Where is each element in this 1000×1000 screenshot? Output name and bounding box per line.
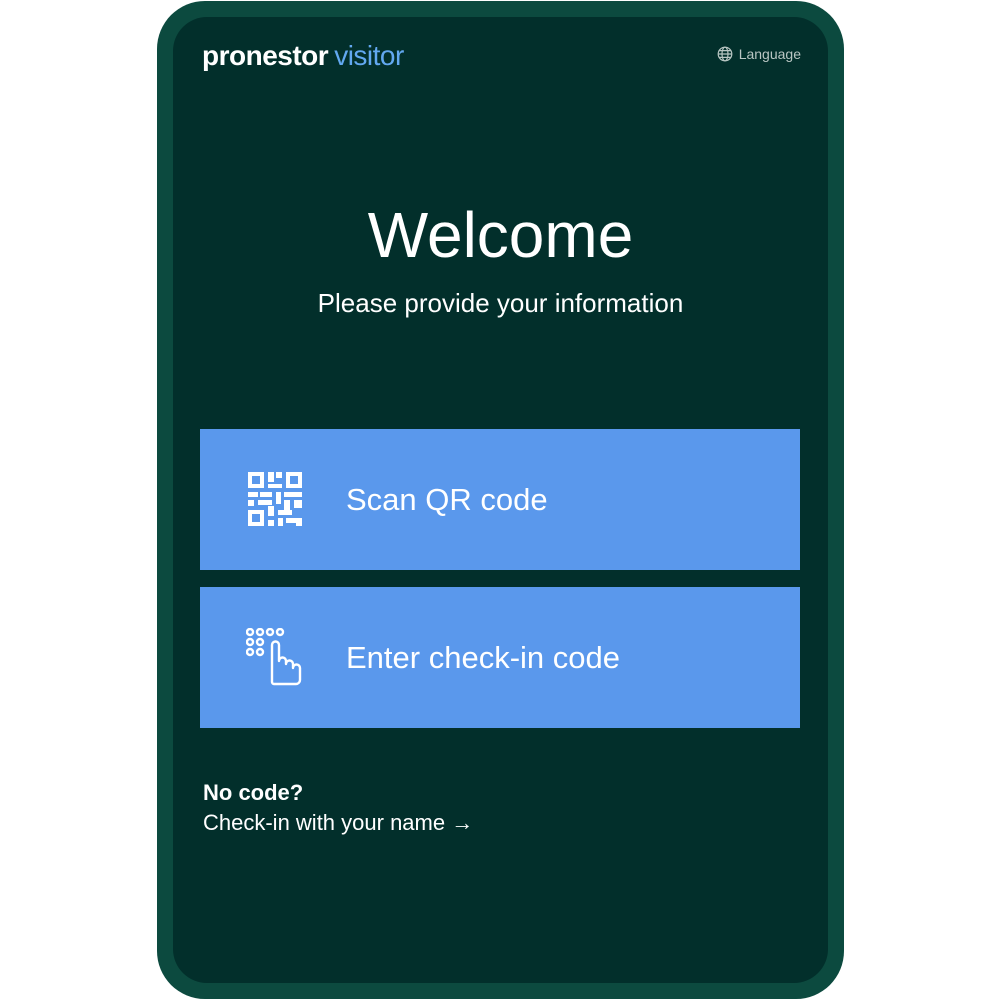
tablet-frame: pronestor visitor Language Welcome Please… (157, 1, 844, 999)
language-button[interactable]: Language (717, 46, 801, 62)
logo-product: visitor (334, 40, 404, 71)
logo-brand: pronestor (202, 40, 329, 71)
enter-checkin-code-button[interactable]: Enter check-in code (200, 587, 800, 728)
page-subtitle: Please provide your information (317, 288, 684, 318)
checkin-with-name-link[interactable]: Check-in with your name → (203, 809, 473, 837)
enter-checkin-code-label: Enter check-in code (346, 639, 620, 675)
kiosk-screen: pronestor visitor Language Welcome Please… (173, 17, 828, 983)
language-label: Language (738, 46, 801, 62)
app-logo: pronestor visitor (202, 39, 404, 73)
scan-qr-label: Scan QR code (346, 481, 548, 517)
header: pronestor visitor Language (173, 17, 828, 107)
no-code-heading: No code? (203, 780, 304, 805)
keypad-tap-icon (245, 627, 306, 688)
page-title: Welcome (367, 199, 634, 271)
qr-code-icon (246, 470, 306, 530)
scan-qr-button[interactable]: Scan QR code (200, 429, 800, 570)
globe-icon (717, 46, 733, 62)
